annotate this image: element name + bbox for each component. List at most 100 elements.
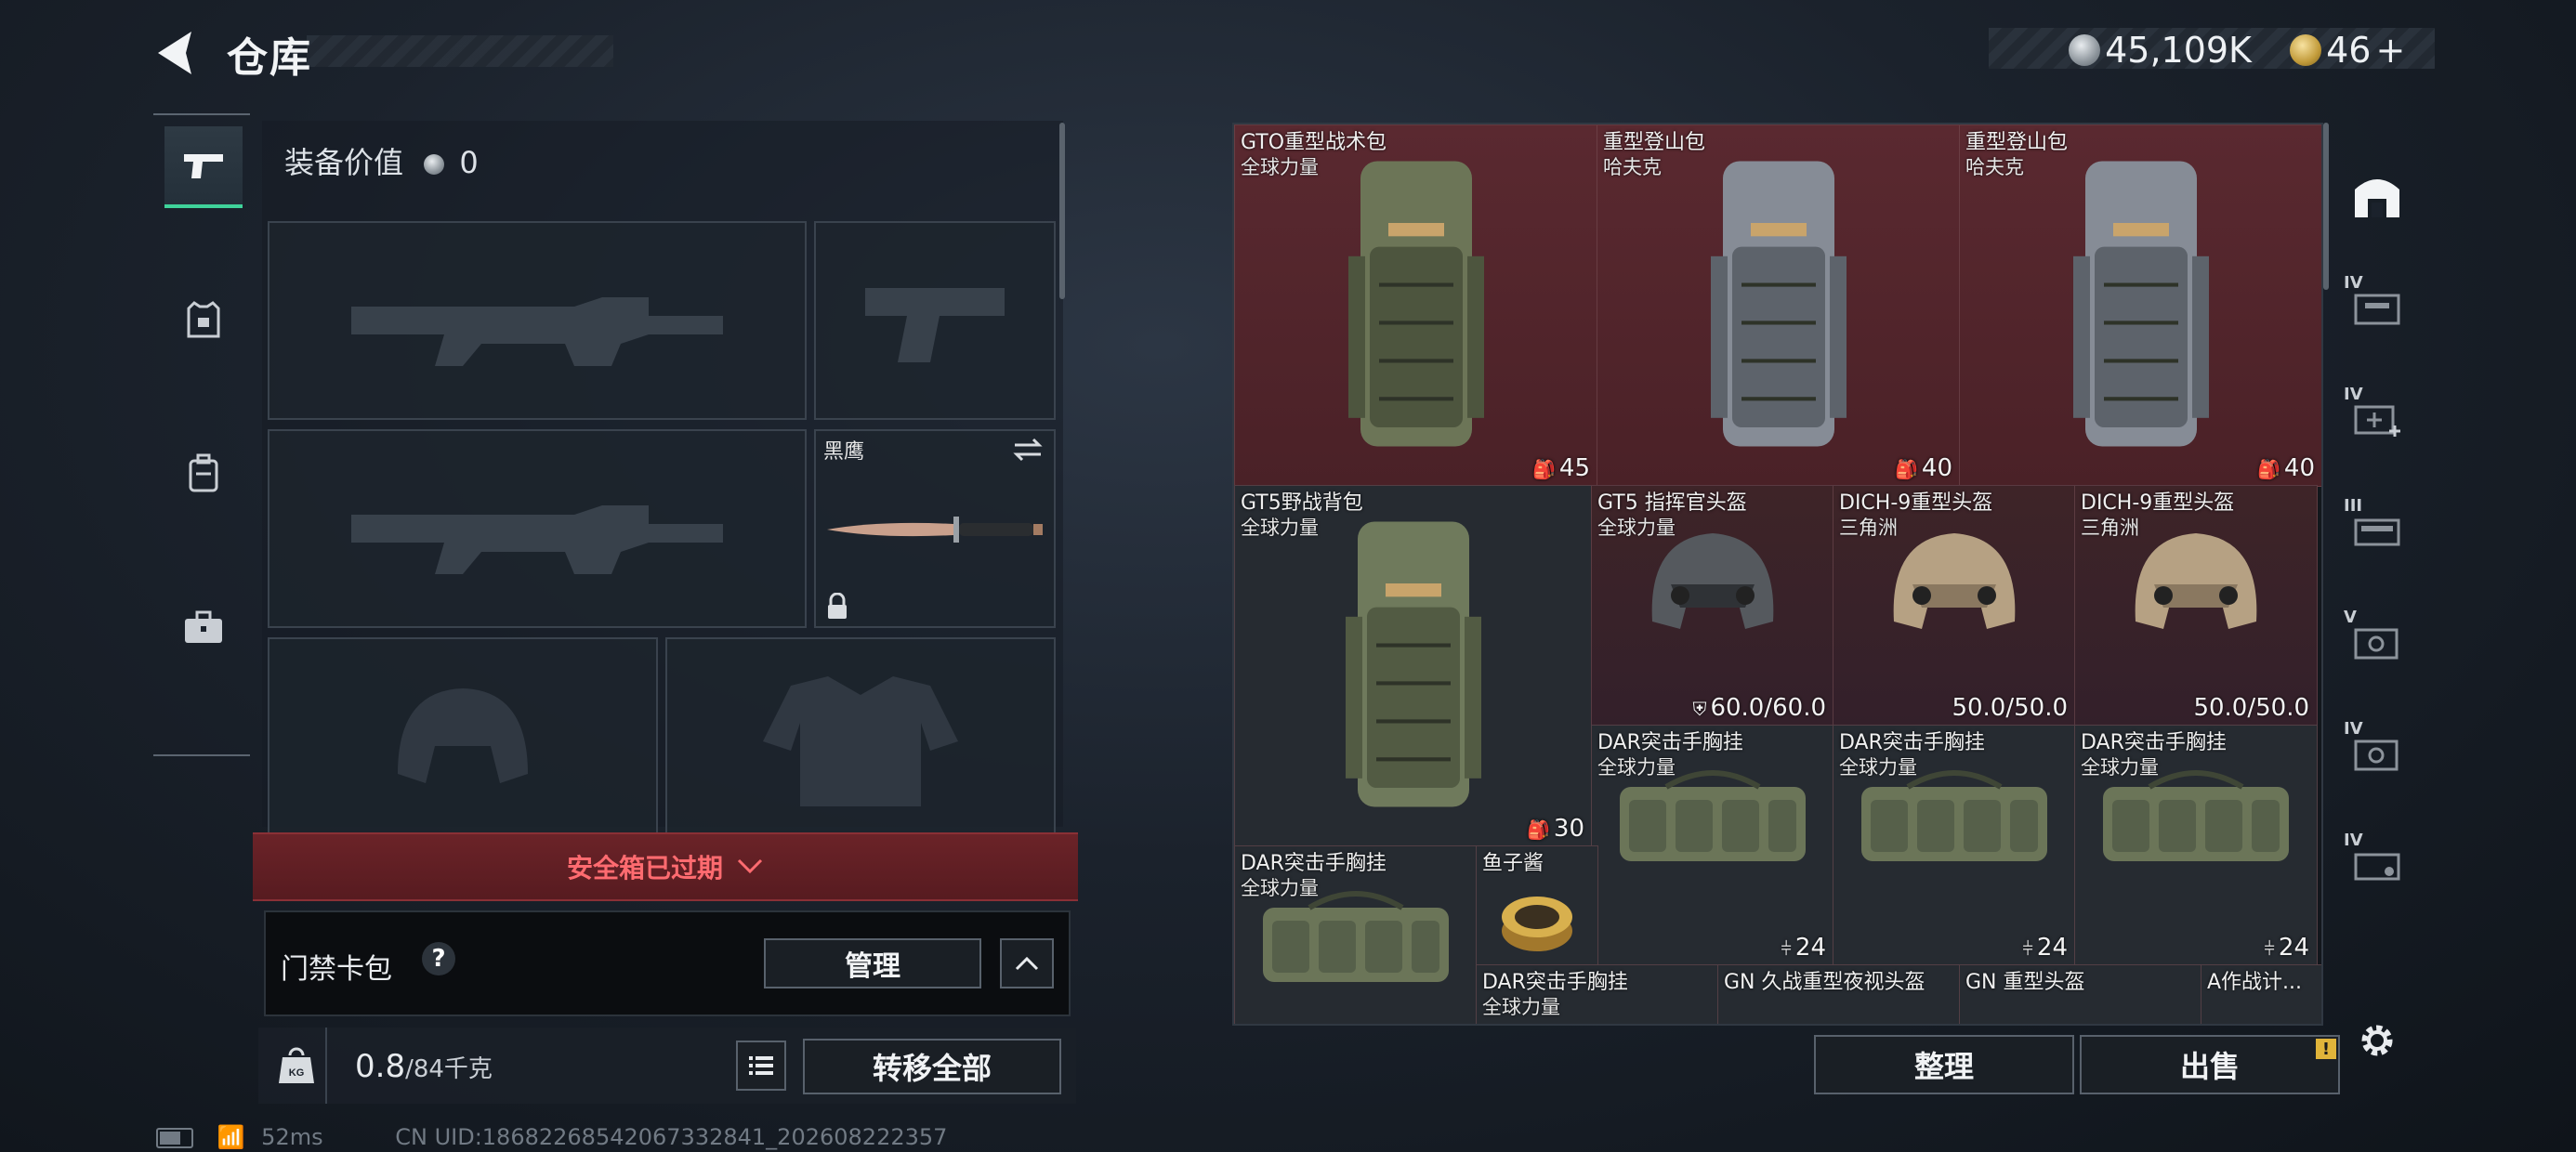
item-title: GTO重型战术包: [1241, 131, 1387, 154]
backpack-icon: 🎒: [1527, 818, 1550, 841]
item-faction: 全球力量: [1241, 156, 1319, 178]
item-title: GN 重型头盔: [1965, 971, 2085, 994]
grid-item[interactable]: 重型登山包 哈夫克 🎒 40: [1597, 124, 1961, 487]
grid-item[interactable]: GT5野战背包 全球力量 🎒 30: [1234, 485, 1593, 847]
armor-silhouette-icon: [763, 676, 958, 806]
divider: [325, 1028, 327, 1104]
grid-item[interactable]: DAR突击手胸挂 全球力量 ⫩ 24: [1591, 725, 1834, 966]
item-faction: 三角洲: [2081, 517, 2139, 539]
lock-icon: [828, 593, 847, 619]
item-stat-value: 50.0/50.0: [2193, 694, 2309, 722]
grid-item[interactable]: 鱼子酱: [1476, 845, 1598, 966]
item-stat-value: 60.0/60.0: [1710, 694, 1826, 722]
item-title: DICH-9重型头盔: [1839, 491, 1993, 515]
item-stat-value: 45: [1558, 454, 1590, 482]
settings-button[interactable]: [2340, 1003, 2414, 1078]
item-name: 鱼子酱: [1482, 852, 1544, 876]
tab-case[interactable]: [164, 589, 243, 667]
transfer-all-button[interactable]: 转移全部: [803, 1039, 1061, 1094]
grid-item[interactable]: DAR突击手胸挂 全球力量 ⫩ 24: [2074, 725, 2318, 966]
silver-coin-icon: [424, 154, 445, 175]
tab-storage-5[interactable]: IV: [2340, 827, 2414, 901]
grid-item[interactable]: DICH-9重型头盔 三角洲 50.0/50.0: [2074, 485, 2318, 727]
backpack-icon: 🎒: [2257, 458, 2280, 480]
item-name: GT5 指挥官头盔 全球力量: [1597, 491, 1747, 540]
item-stat: ⫩ 24: [2022, 934, 2068, 962]
grid-item[interactable]: GN 久战重型夜视头盔: [1717, 964, 1961, 1024]
sort-button[interactable]: 整理: [1814, 1035, 2074, 1094]
pistol-icon: [184, 154, 223, 178]
warehouse-scrollbar[interactable]: [2323, 123, 2329, 290]
item-name: DAR突击手胸挂 全球力量: [1839, 731, 1985, 779]
tab-storage-add[interactable]: IV: [2340, 381, 2414, 455]
item-name: DAR突击手胸挂 全球力量: [1482, 971, 1628, 1019]
manage-button[interactable]: 管理: [764, 938, 981, 988]
tab-storage-2[interactable]: III: [2340, 492, 2414, 567]
grid-item[interactable]: GTO重型战术包 全球力量 🎒 45: [1234, 124, 1598, 487]
secondary-weapon-slot[interactable]: [268, 429, 807, 628]
tier-label: III: [2344, 496, 2363, 516]
vest-icon: ⫩: [2022, 937, 2033, 960]
tab-storage-3[interactable]: V: [2340, 604, 2414, 678]
armor-slot[interactable]: [665, 637, 1056, 836]
ping-readout: 52ms: [261, 1124, 323, 1150]
item-stat-value: 24: [2036, 934, 2068, 962]
item-title: DAR突击手胸挂: [1241, 852, 1387, 875]
item-faction: 全球力量: [2081, 756, 2159, 779]
item-image: [1495, 880, 1579, 967]
tier-label: IV: [2344, 831, 2363, 850]
grid-item[interactable]: DICH-9重型头盔 三角洲 50.0/50.0: [1833, 485, 2076, 727]
add-currency-icon[interactable]: +: [2376, 30, 2406, 71]
item-faction: 哈夫克: [1965, 156, 2024, 178]
item-stat: 🎒 40: [2257, 454, 2315, 482]
gold-coin-icon: [2290, 34, 2321, 66]
tab-armor[interactable]: [164, 281, 243, 359]
equipment-value-label: 装备价值: [284, 145, 404, 180]
item-stat: ⫩ 24: [2264, 934, 2309, 962]
chevron-down-icon: [737, 858, 763, 874]
item-title: GN 久战重型夜视头盔: [1724, 971, 1925, 994]
item-image: [1337, 142, 1495, 469]
grid-item[interactable]: DAR突击手胸挂 全球力量: [1234, 845, 1478, 1024]
gold-currency[interactable]: 46 +: [2290, 30, 2405, 71]
vest-icon: ⫩: [2264, 937, 2275, 960]
rail-bottom-divider: [153, 754, 250, 756]
help-icon[interactable]: ?: [422, 942, 455, 975]
item-title: DAR突击手胸挂: [1482, 971, 1628, 994]
item-name: 重型登山包 哈夫克: [1965, 131, 2068, 179]
pistol-slot[interactable]: [814, 221, 1056, 420]
item-name: A作战计...: [2207, 971, 2302, 995]
back-arrow-icon[interactable]: [151, 28, 206, 78]
durability-icon: ⛨: [1692, 698, 1707, 720]
tab-storage-4[interactable]: IV: [2340, 715, 2414, 790]
list-view-button[interactable]: [736, 1041, 786, 1091]
grid-item[interactable]: DAR突击手胸挂 全球力量 ⫩ 24: [1833, 725, 2076, 966]
tab-warehouse-main[interactable]: [2340, 158, 2414, 232]
item-stat-value: 40: [1921, 454, 1952, 482]
sell-button[interactable]: 出售 !: [2080, 1035, 2340, 1094]
collapse-button[interactable]: [1000, 938, 1054, 988]
tab-storage-1[interactable]: IV: [2340, 269, 2414, 344]
tier-label: V: [2344, 608, 2357, 627]
helmet-slot[interactable]: [268, 637, 658, 836]
tab-backpack[interactable]: [164, 435, 243, 513]
equipment-scrollbar[interactable]: [1059, 123, 1065, 299]
grid-item[interactable]: DAR突击手胸挂 全球力量: [1476, 964, 1719, 1024]
melee-slot[interactable]: 黑鹰: [814, 429, 1056, 628]
grid-item[interactable]: A作战计...: [2201, 964, 2321, 1024]
grid-item[interactable]: 重型登山包 哈夫克 🎒 40: [1959, 124, 2321, 487]
grid-item[interactable]: GN 重型头盔: [1959, 964, 2202, 1024]
safe-box-banner[interactable]: 安全箱已过期: [253, 832, 1078, 901]
grid-item[interactable]: GT5 指挥官头盔 全球力量 ⛨ 60.0/60.0: [1591, 485, 1834, 727]
item-name: DICH-9重型头盔 三角洲: [1839, 491, 1992, 540]
melee-item-name: 黑鹰: [823, 440, 865, 464]
backpack-icon: 🎒: [1895, 458, 1918, 480]
swap-icon[interactable]: [1011, 437, 1045, 463]
tab-weapons[interactable]: [164, 126, 243, 208]
gear-icon: [2361, 1025, 2393, 1056]
safe-icon: [2354, 628, 2399, 660]
item-stat-value: 40: [2283, 454, 2315, 482]
item-faction: 全球力量: [1482, 996, 1560, 1018]
item-faction: 全球力量: [1241, 877, 1319, 899]
primary-weapon-slot[interactable]: [268, 221, 807, 420]
